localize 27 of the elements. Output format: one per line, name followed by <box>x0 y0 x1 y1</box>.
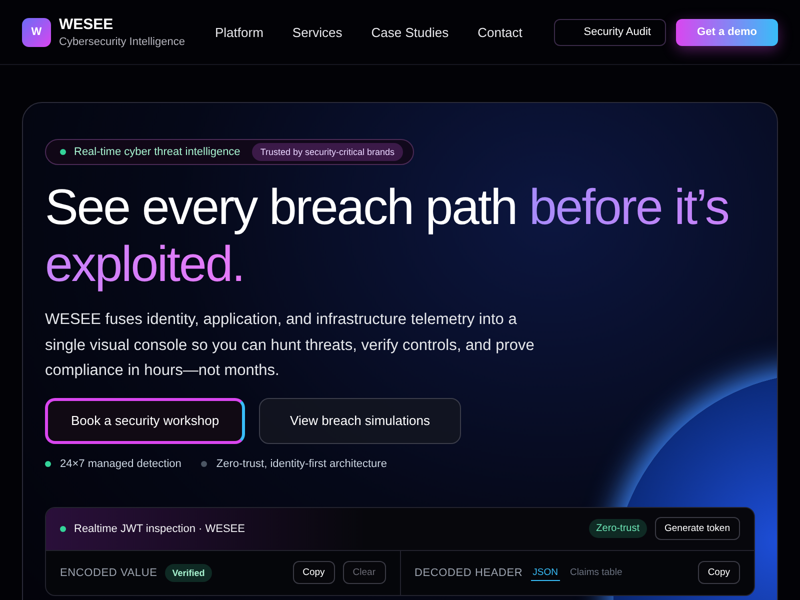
format-tab[interactable]: JSON <box>530 564 560 580</box>
brand-tagline: Cybersecurity Intelligence <box>59 36 185 48</box>
nav-link[interactable]: Case Studies <box>371 24 449 40</box>
pane-label: ENCODED VALUE <box>60 566 158 578</box>
zero-trust-badge: Zero-trust <box>589 519 646 538</box>
status-dot <box>60 526 66 532</box>
workshop-button[interactable]: Book a security workshop <box>45 398 245 444</box>
format-tab[interactable]: Claims table <box>568 564 624 580</box>
trust-badge: Trusted by security-critical brands <box>252 143 403 161</box>
feature-text: 24×7 managed detection <box>60 458 182 470</box>
nav-link[interactable]: Platform <box>215 24 264 40</box>
hero-description: WESEE fuses identity, application, and infrastructure telemetry into a single visual console so you can hunt threats, verify controls, and prove compliance in hours—not months. <box>45 310 536 381</box>
status-badge: Verified <box>165 564 212 582</box>
console-title: Realtime JWT inspection · WESEE <box>74 522 245 534</box>
audit-button[interactable]: Security Audit <box>554 18 666 46</box>
nav-link[interactable]: Services <box>292 24 342 40</box>
pane-label: DECODED HEADER <box>414 566 523 578</box>
announcement-text: Real-time cyber threat intelligence <box>74 146 240 158</box>
brand-name: WESEE <box>59 16 114 33</box>
brand-logo: W <box>22 18 51 46</box>
pane-button[interactable]: Copy <box>698 561 740 584</box>
simulations-button[interactable]: View breach simulations <box>259 398 461 444</box>
feature-text: Zero-trust, identity-first architecture <box>216 458 387 470</box>
status-dot <box>60 149 66 155</box>
nav-link[interactable]: Contact <box>478 24 522 40</box>
pane-button[interactable]: Copy <box>292 561 335 584</box>
generate-token-button[interactable]: Generate token <box>654 517 740 540</box>
